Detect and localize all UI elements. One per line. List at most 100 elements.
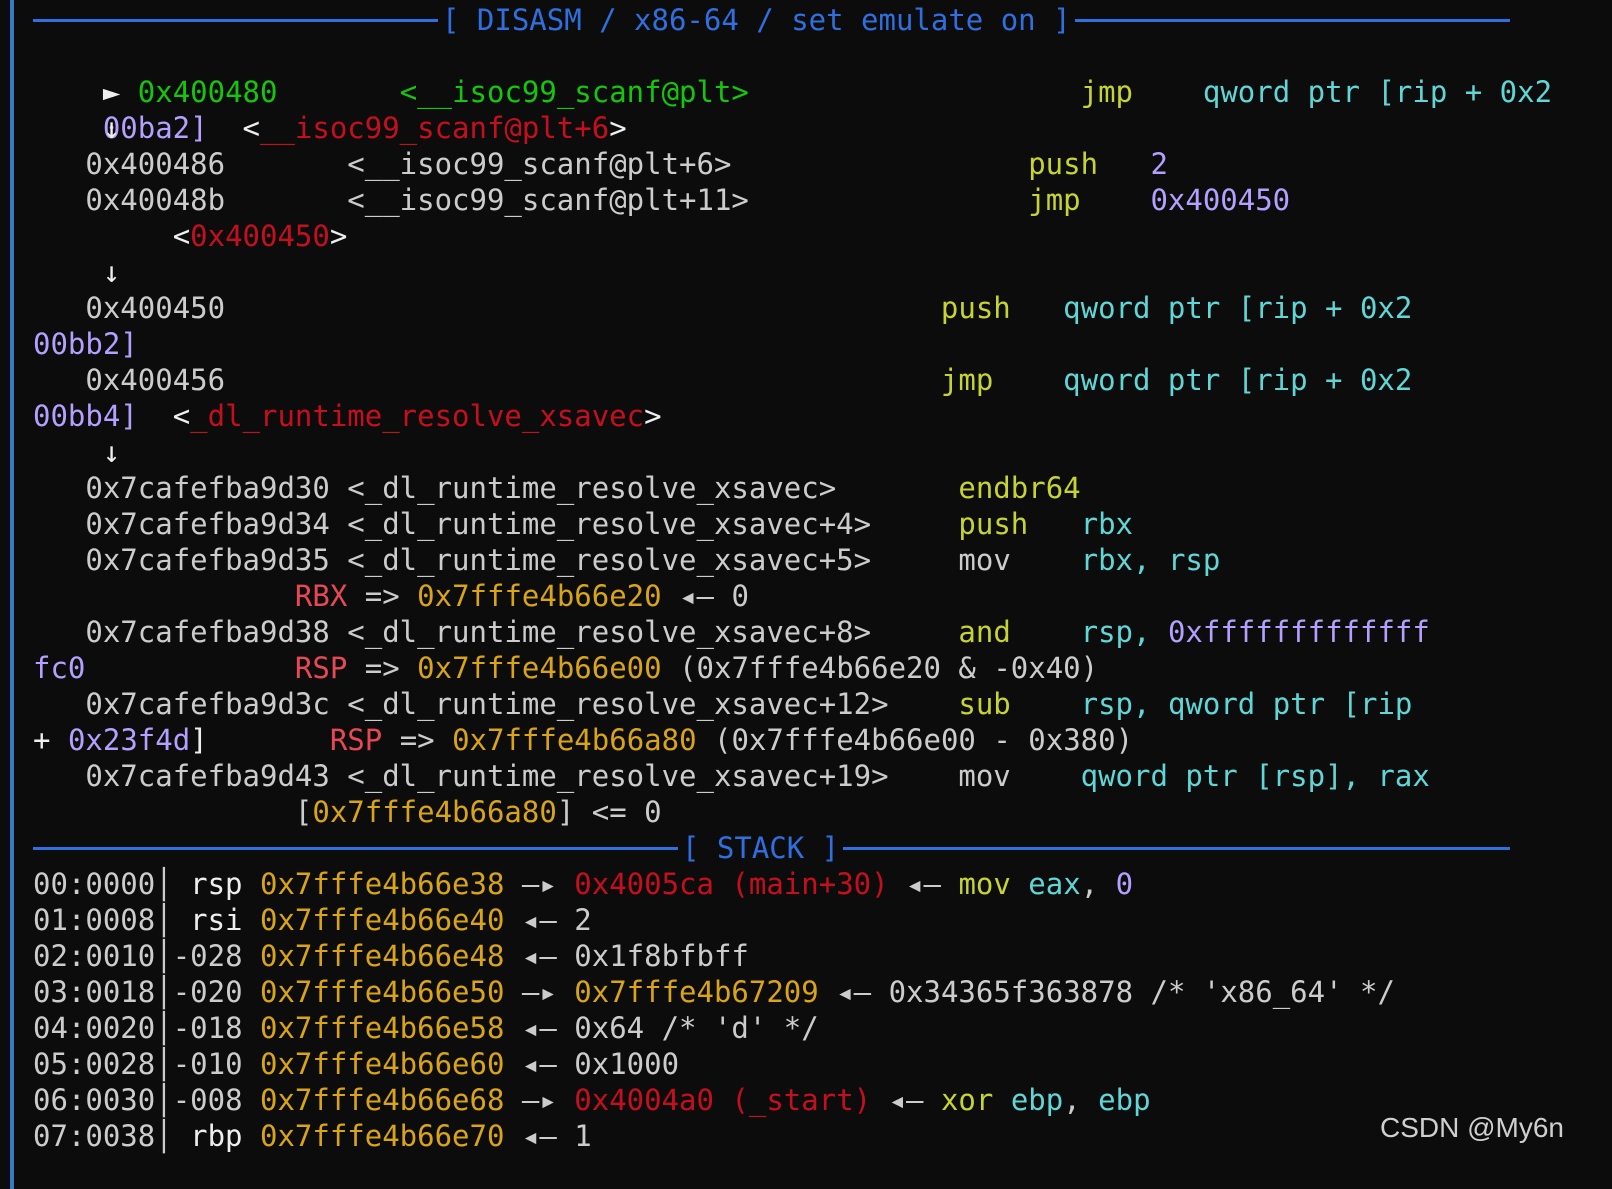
stack-target: 0x4004a0 (_start): [574, 1083, 872, 1117]
computation-note: (0x7fffe4b66e00 - 0x380): [714, 723, 1134, 757]
disasm-line[interactable]: 0x7cafefba9d34 <_dl_runtime_resolve_xsav…: [33, 506, 1133, 542]
flow-arrow: ↓: [33, 434, 120, 470]
instruction-mnemonic: mov: [958, 759, 1011, 793]
stack-address: 0x7fffe4b66e50: [260, 975, 505, 1009]
window-left-border: [10, 0, 14, 1189]
instruction-register: rsp,: [1080, 687, 1151, 721]
disasm-line-current[interactable]: ► 0x400480 <__isoc99_scanf@plt> jmp qwor…: [33, 38, 1552, 109]
operand-continuation: 00bb2]: [33, 327, 138, 361]
instruction-address: 0x7cafefba9d3c: [85, 687, 330, 721]
instruction-mnemonic: jmp: [940, 363, 994, 397]
stack-value: 1: [574, 1119, 592, 1153]
stack-index: 02:0010: [33, 939, 156, 973]
stack-row[interactable]: 00:0000│ rsp 0x7fffe4b66e38 —▸ 0x4005ca …: [33, 866, 1133, 902]
instruction-address: 0x400486: [85, 147, 226, 181]
instruction-mnemonic: sub: [958, 687, 1011, 721]
stack-address: 0x7fffe4b66e48: [260, 939, 505, 973]
mem-bracket: [: [294, 795, 313, 829]
emulation-result: RBX => 0x7fffe4b66e20 ◂— 0: [33, 578, 749, 614]
stack-offset: rbp: [190, 1119, 243, 1153]
instruction-operands: qword ptr [rip + 0x2: [1063, 363, 1413, 397]
target-instruction: xor: [940, 1083, 994, 1117]
instruction-operands: qword ptr [rsp], rax: [1080, 759, 1430, 793]
register-name: RSP: [329, 723, 383, 757]
symbol-bracket: >: [329, 219, 348, 253]
disasm-line[interactable]: 0x7cafefba9d3c <_dl_runtime_resolve_xsav…: [33, 686, 1412, 722]
operand-continuation: fc0: [33, 651, 86, 685]
instruction-symbol: <__isoc99_scanf@plt+11>: [347, 183, 749, 217]
computation-note: (0x7fffe4b66e20 & -0x40): [679, 651, 1099, 685]
stack-address: 0x7fffe4b66e40: [260, 903, 505, 937]
emulation-result: + 0x23f4d] RSP => 0x7fffe4b66a80 (0x7fff…: [33, 722, 1133, 758]
disasm-separator: [ DISASM / x86-64 / set emulate on ]: [33, 2, 1553, 38]
stack-row[interactable]: 06:0030│-008 0x7fffe4b66e68 —▸ 0x4004a0 …: [33, 1082, 1151, 1118]
resolved-symbol: _dl_runtime_resolve_xsavec: [190, 399, 645, 433]
disasm-line[interactable]: 0x7cafefba9d43 <_dl_runtime_resolve_xsav…: [33, 758, 1430, 794]
operand-plus: +: [33, 723, 51, 757]
stack-target: 0x7fffe4b67209: [574, 975, 819, 1009]
instruction-operands: qword ptr [rip + 0x2: [1202, 75, 1553, 109]
instruction-address: 0x7cafefba9d43: [85, 759, 330, 793]
stack-offset: -018: [172, 1011, 243, 1045]
stack-row[interactable]: 04:0020│-018 0x7fffe4b66e58 ◂— 0x64 /* '…: [33, 1010, 819, 1046]
instruction-mnemonic: and: [958, 615, 1011, 649]
symbol-bracket: >: [644, 399, 662, 433]
instruction-address: 0x7cafefba9d30: [85, 471, 330, 505]
target-instruction: mov: [958, 867, 1011, 901]
disasm-line[interactable]: 0x400456 jmp qword ptr [rip + 0x2: [33, 362, 1412, 398]
stack-row[interactable]: 03:0018│-020 0x7fffe4b66e50 —▸ 0x7fffe4b…: [33, 974, 1395, 1010]
stack-value: 0x64 /* 'd' */: [574, 1011, 819, 1045]
disasm-line-continuation: <0x400450>: [33, 218, 348, 254]
operand-separator: ,: [1080, 867, 1099, 901]
symbol-bracket: <: [172, 399, 191, 433]
stack-address: 0x7fffe4b66e58: [260, 1011, 505, 1045]
assign-arrow: =>: [364, 579, 400, 613]
stack-address: 0x7fffe4b66e60: [260, 1047, 505, 1081]
target-operand: ebp: [1098, 1083, 1151, 1117]
register-name: RBX: [294, 579, 348, 613]
instruction-operands: 2: [1150, 147, 1168, 181]
down-arrow-icon: ↓: [102, 255, 121, 289]
disasm-line[interactable]: 0x7cafefba9d38 <_dl_runtime_resolve_xsav…: [33, 614, 1430, 650]
stack-index: 07:0038: [33, 1119, 156, 1153]
disasm-header: [ DISASM / x86-64 / set emulate on ]: [438, 2, 1075, 38]
instruction-symbol: <_dl_runtime_resolve_xsavec+12>: [347, 687, 889, 721]
instruction-address: 0x400450: [85, 291, 226, 325]
assign-arrow: =>: [364, 651, 400, 685]
stack-target: 0x4005ca (main+30): [574, 867, 889, 901]
instruction-symbol: <_dl_runtime_resolve_xsavec+5>: [347, 543, 872, 577]
operand-continuation: 00bb4]: [33, 399, 138, 433]
stack-separator: [ STACK ]: [33, 830, 1553, 866]
disasm-line[interactable]: 0x7cafefba9d35 <_dl_runtime_resolve_xsav…: [33, 542, 1220, 578]
disasm-line[interactable]: 0x7cafefba9d30 <_dl_runtime_resolve_xsav…: [33, 470, 1081, 506]
down-arrow-icon: ↓: [102, 435, 121, 469]
instruction-address: 0x7cafefba9d34: [85, 507, 330, 541]
instruction-symbol: <_dl_runtime_resolve_xsavec>: [347, 471, 837, 505]
instruction-symbol: <_dl_runtime_resolve_xsavec+4>: [347, 507, 872, 541]
instruction-operands: rbx, rsp: [1080, 543, 1221, 577]
register-value: 0x7fffe4b66e20: [417, 579, 662, 613]
instruction-symbol: <__isoc99_scanf@plt+6>: [347, 147, 732, 181]
stack-row[interactable]: 07:0038│ rbp 0x7fffe4b66e70 ◂— 1: [33, 1118, 592, 1154]
stack-offset: -028: [172, 939, 243, 973]
disasm-line[interactable]: 0x40048b <__isoc99_scanf@plt+11> jmp 0x4…: [33, 182, 1290, 218]
stack-address: 0x7fffe4b66e68: [260, 1083, 505, 1117]
instruction-mnemonic: endbr64: [958, 471, 1081, 505]
stack-row[interactable]: 02:0010│-028 0x7fffe4b66e48 ◂— 0x1f8bfbf…: [33, 938, 749, 974]
flow-arrow: ↓: [33, 110, 120, 146]
register-value: 0x7fffe4b66e00: [417, 651, 662, 685]
deref-arrow: ◂—: [888, 1083, 924, 1117]
instruction-mnemonic: jmp: [1028, 183, 1081, 217]
resolved-symbol: __isoc99_scanf@plt+6: [260, 111, 610, 145]
stack-value: 0x34365f363878 /* 'x86_64' */: [888, 975, 1395, 1009]
stack-row[interactable]: 05:0028│-010 0x7fffe4b66e60 ◂— 0x1000: [33, 1046, 679, 1082]
deref-arrow: ◂—: [906, 867, 941, 901]
disasm-line[interactable]: 0x400450 push qword ptr [rip + 0x2: [33, 290, 1412, 326]
target-operand: 0: [1115, 867, 1134, 901]
stack-row[interactable]: 01:0008│ rsi 0x7fffe4b66e40 ◂— 2: [33, 902, 592, 938]
operand-continuation: 0x23f4d: [67, 723, 191, 757]
pointer-arrow: —▸: [521, 975, 557, 1009]
instruction-operands: 0xfffffffffffff: [1167, 615, 1430, 649]
instruction-address: 0x40048b: [85, 183, 226, 217]
disasm-line[interactable]: 0x400486 <__isoc99_scanf@plt+6> push 2: [33, 146, 1168, 182]
